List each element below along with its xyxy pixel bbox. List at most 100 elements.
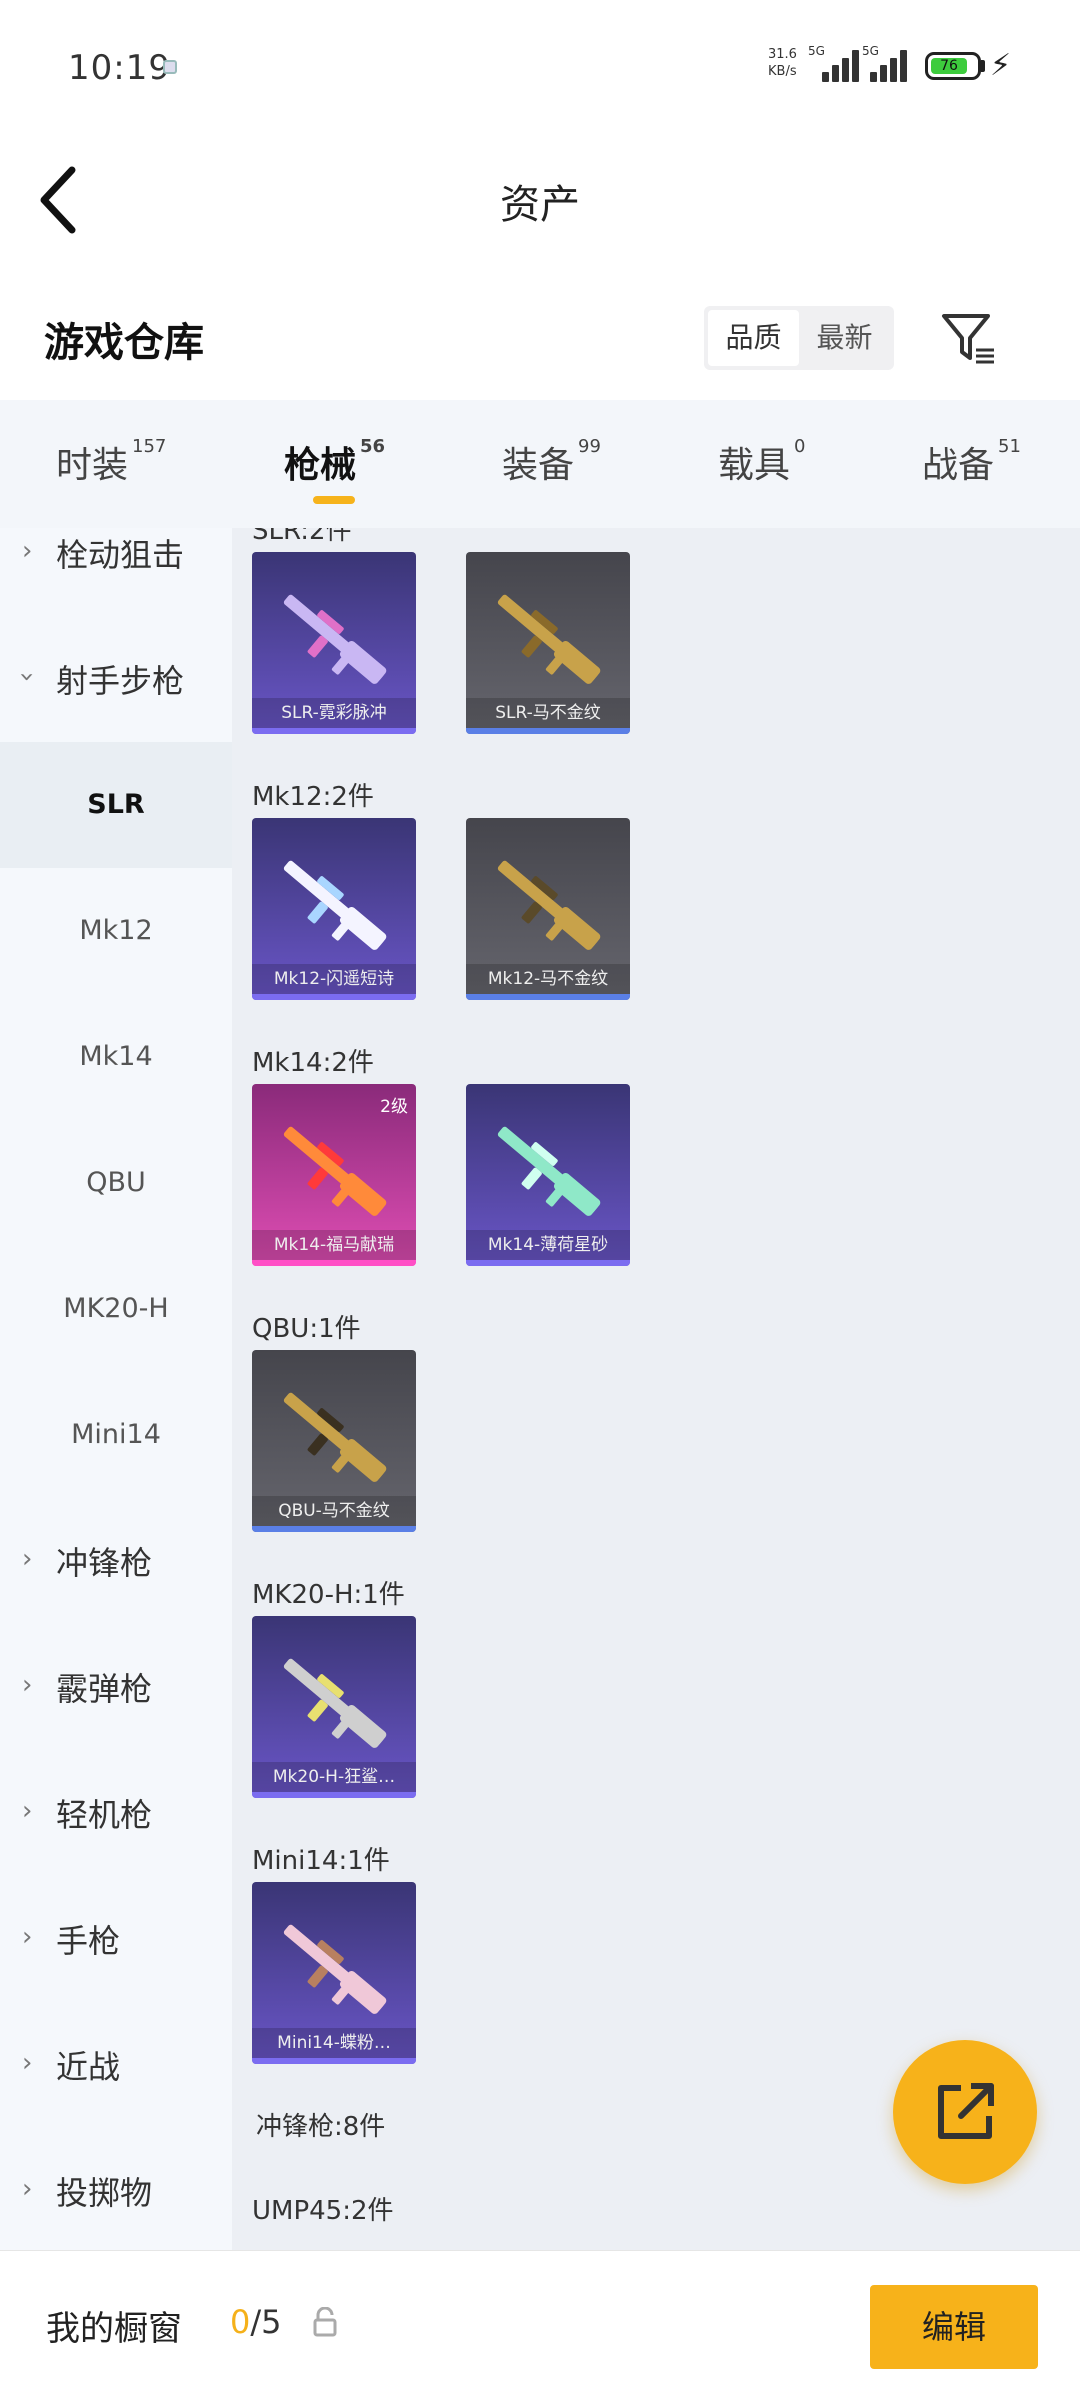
tab-equipment[interactable]: 装备 99 [502, 436, 601, 488]
sidebar-item-label: 轻机枪 [56, 1796, 153, 1834]
chevron-right-icon: › [22, 2174, 33, 2204]
sidebar-item-shotgun[interactable]: › 霰弹枪 [0, 1624, 232, 1750]
sidebar-item-lmg[interactable]: › 轻机枪 [0, 1750, 232, 1876]
chevron-right-icon: › [22, 1922, 33, 1952]
weapon-skin-name: SLR-霓彩脉冲 [252, 698, 416, 728]
share-button[interactable] [893, 2040, 1037, 2184]
weapon-skin-name: QBU-马不金纹 [252, 1496, 416, 1526]
lock-icon [313, 2307, 337, 2337]
weapon-skin-name: SLR-马不金纹 [466, 698, 630, 728]
bottom-bar: 我的橱窗 0/5 编辑 [0, 2250, 1080, 2400]
weapon-skin-name: Mk14-福马献瑞 [252, 1230, 416, 1260]
edit-button[interactable]: 编辑 [870, 2285, 1038, 2369]
weapon-skin-card[interactable]: SLR-马不金纹 [466, 552, 630, 734]
weapon-skin-name: Mini14-蝶粉… [252, 2028, 416, 2058]
group-label: QBU:1件 [252, 1314, 361, 1344]
tab-tactical-label: 战备 [922, 445, 995, 486]
battery-cap [981, 60, 985, 72]
rarity-bar [466, 1260, 630, 1266]
rarity-bar [252, 994, 416, 1000]
weapon-skin-name: Mk12-闪遥短诗 [252, 964, 416, 994]
chevron-down-icon: › [12, 671, 43, 683]
rarity-bar [466, 728, 630, 734]
showcase-current: 0 [230, 2303, 251, 2341]
weapon-skin-card[interactable]: Mini14-蝶粉… [252, 1882, 416, 2064]
rarity-bar [252, 728, 416, 734]
group-label: MK20-H:1件 [252, 1580, 405, 1610]
sort-by-newest[interactable]: 最新 [799, 310, 890, 366]
chevron-right-icon: › [22, 536, 33, 566]
weapon-skin-card[interactable]: QBU-马不金纹 [252, 1350, 416, 1532]
charging-icon: ⚡ [990, 48, 1012, 83]
tab-tactical-count: 51 [998, 436, 1021, 457]
chevron-right-icon: › [22, 1796, 33, 1826]
sort-by-quality[interactable]: 品质 [708, 310, 799, 366]
sidebar-sub-qbu[interactable]: QBU [0, 1120, 232, 1246]
sidebar-item-throwable[interactable]: › 投掷物 [0, 2128, 232, 2250]
filter-button[interactable] [938, 308, 998, 368]
rarity-bar [252, 1792, 416, 1798]
sidebar-sub-slr[interactable]: SLR [0, 742, 232, 868]
skin-level-badge: 2级 [380, 1097, 408, 1117]
tab-fashion-label: 时装 [56, 445, 129, 486]
section-title: 游戏仓库 [44, 320, 204, 366]
sidebar-item-marksman-rifle[interactable]: › 射手步枪 [0, 616, 232, 742]
sidebar-item-label: 投掷物 [56, 2174, 153, 2212]
weapon-skin-card[interactable]: Mk20-H-狂鲨… [252, 1616, 416, 1798]
network-speed: 31.6 KB/s [768, 46, 797, 80]
sidebar-item-label: 霰弹枪 [56, 1670, 153, 1708]
battery-icon: 76 [925, 52, 981, 80]
chevron-right-icon: › [22, 1544, 33, 1574]
sidebar-sub-mk14[interactable]: Mk14 [0, 994, 232, 1120]
inventory-grid: SLR:2件 SLR-霓彩脉冲 SLR-马不金纹 Mk12:2件 Mk12-闪遥短诗 Mk… [232, 528, 1080, 2250]
tab-vehicles-label: 载具 [718, 445, 791, 486]
signal-strength-icon: 5G [808, 44, 859, 82]
sidebar-item-melee[interactable]: › 近战 [0, 2002, 232, 2128]
sort-toggle: 品质 最新 [704, 306, 894, 370]
sidebar-item-label: 手枪 [56, 1922, 121, 1960]
group-label: 冲锋枪:8件 [256, 2112, 386, 2142]
group-label: Mini14:1件 [252, 1846, 390, 1876]
weapon-skin-card[interactable]: Mk12-闪遥短诗 [252, 818, 416, 1000]
tab-vehicles[interactable]: 载具 0 [718, 436, 805, 488]
notification-icon [163, 60, 177, 74]
network-speed-value: 31.6 [768, 47, 797, 62]
weapon-skin-card[interactable]: SLR-霓彩脉冲 [252, 552, 416, 734]
weapon-skin-card[interactable]: Mk14-薄荷星砂 [466, 1084, 630, 1266]
category-tabs: 时装 157 枪械 56 装备 99 载具 0 战备 51 [0, 400, 1080, 528]
weapon-skin-card[interactable]: Mk14-福马献瑞 2级 [252, 1084, 416, 1266]
tab-firearms-count: 56 [360, 436, 386, 457]
filter-icon [942, 314, 994, 364]
sidebar-sub-mini14[interactable]: Mini14 [0, 1372, 232, 1498]
weapon-skin-name: Mk14-薄荷星砂 [466, 1230, 630, 1260]
page-title: 资产 [500, 182, 580, 228]
tab-tactical[interactable]: 战备 51 [922, 436, 1021, 488]
sidebar-item-smg[interactable]: › 冲锋枪 [0, 1498, 232, 1624]
sidebar-item-label: 冲锋枪 [56, 1544, 153, 1582]
weapon-skin-card[interactable]: Mk12-马不金纹 [466, 818, 630, 1000]
rarity-bar [252, 1526, 416, 1532]
tab-fashion[interactable]: 时装 157 [56, 436, 166, 488]
sidebar-sub-mk12[interactable]: Mk12 [0, 868, 232, 994]
tab-equipment-count: 99 [578, 436, 601, 457]
weapon-skin-name: Mk12-马不金纹 [466, 964, 630, 994]
active-tab-indicator [313, 496, 355, 504]
sidebar-item-bolt-sniper[interactable]: › 栓动狙击 [0, 528, 232, 616]
weapon-category-sidebar: › 栓动狙击 › 射手步枪 SLR Mk12 Mk14 QBU MK20-H M… [0, 528, 232, 2250]
rarity-bar [252, 2058, 416, 2064]
sidebar-item-pistol[interactable]: › 手枪 [0, 1876, 232, 2002]
group-label: SLR:2件 [252, 528, 352, 546]
status-time: 10:19 [68, 48, 171, 88]
showcase-label: 我的橱窗 [46, 2309, 182, 2349]
tab-equipment-label: 装备 [502, 445, 575, 486]
group-label: Mk14:2件 [252, 1048, 374, 1078]
tab-firearms[interactable]: 枪械 56 [284, 436, 385, 488]
sidebar-sub-mk20h[interactable]: MK20-H [0, 1246, 232, 1372]
showcase-count: 0/5 [230, 2303, 282, 2341]
sidebar-item-label: 近战 [56, 2048, 121, 2086]
group-label: Mk12:2件 [252, 782, 374, 812]
chevron-right-icon: › [22, 2048, 33, 2078]
signal-strength-icon-2: 5G [862, 44, 910, 82]
tab-vehicles-count: 0 [794, 436, 806, 457]
battery-level: 76 [931, 58, 967, 74]
